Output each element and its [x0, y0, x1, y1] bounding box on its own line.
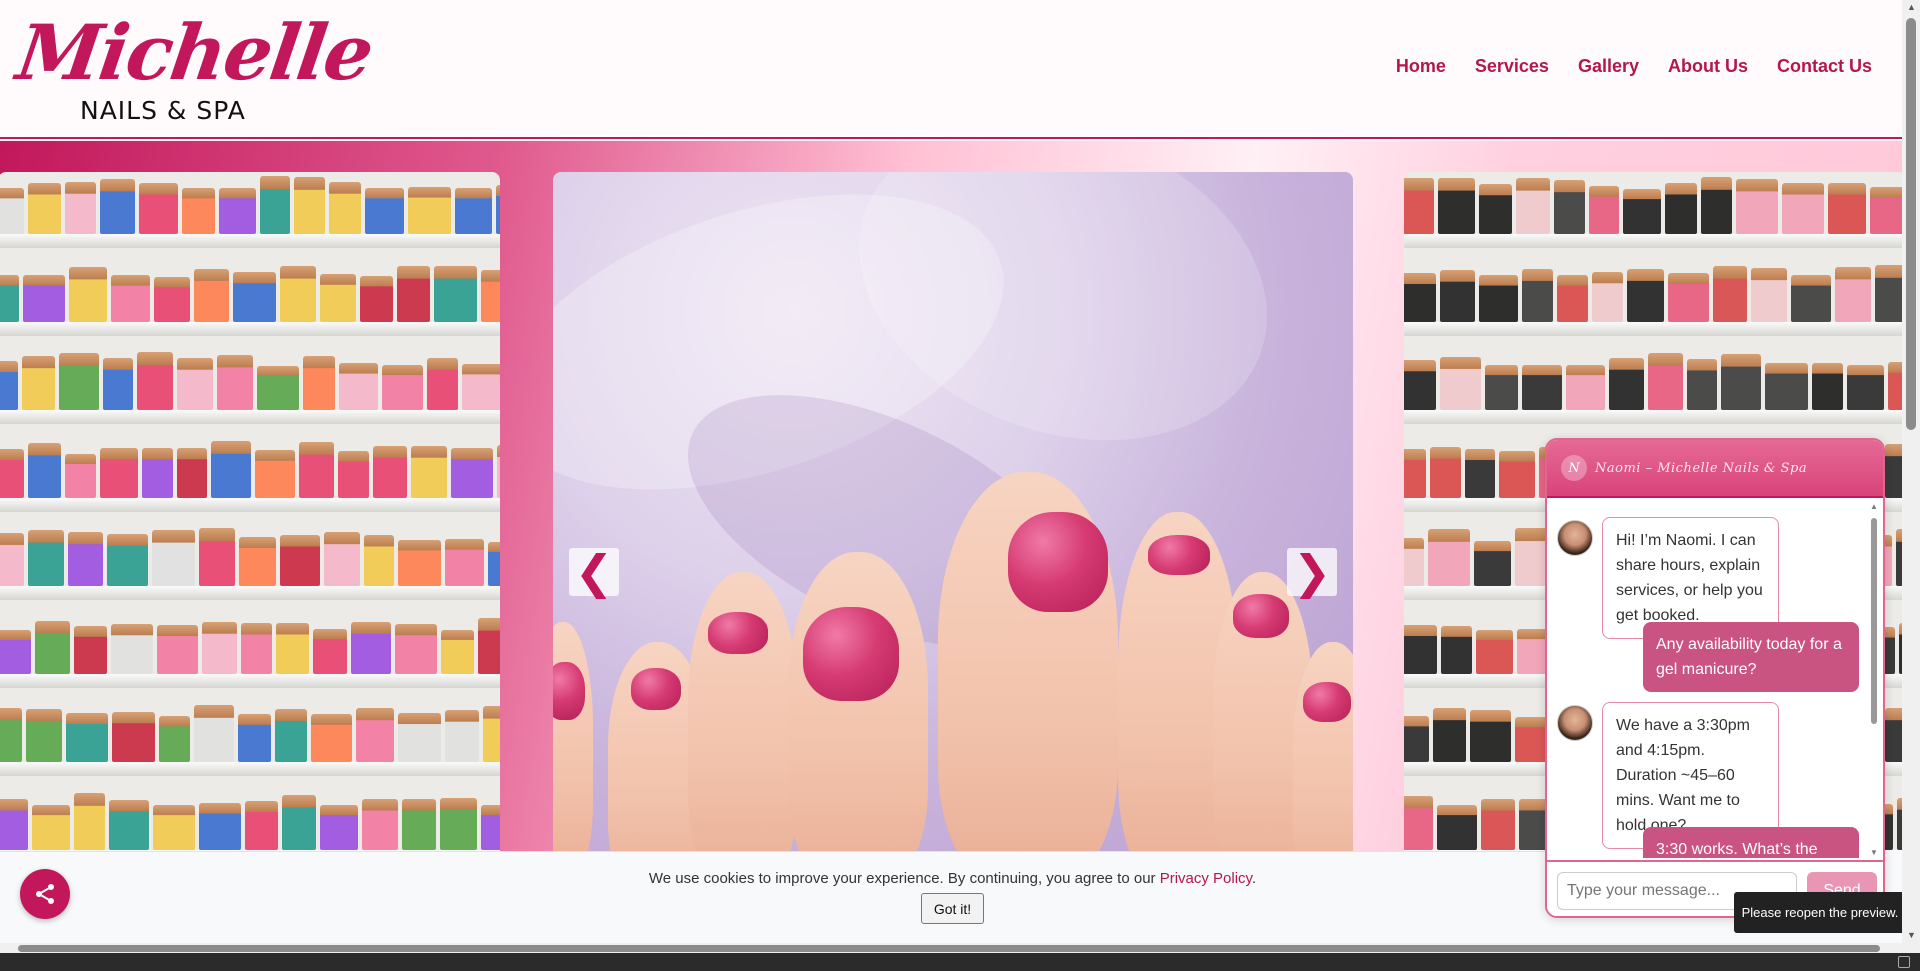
- site-header: Michelle NAILS & SPA Home Services Galle…: [0, 0, 1902, 139]
- logo-subtitle: NAILS & SPA: [80, 96, 246, 125]
- logo[interactable]: Michelle NAILS & SPA: [12, 8, 377, 128]
- nav-contact-us[interactable]: Contact Us: [1777, 56, 1872, 77]
- bot-message: Hi! I’m Naomi. I can share hours, explai…: [1602, 517, 1779, 639]
- powder-shelf-image: [0, 172, 500, 851]
- carousel-next-button[interactable]: ❯: [1287, 545, 1337, 599]
- chat-title: Naomi – Michelle Nails & Spa: [1595, 460, 1808, 476]
- nav-about-us[interactable]: About Us: [1668, 56, 1748, 77]
- cookie-accept-button[interactable]: Got it!: [921, 893, 984, 924]
- page-vertical-scrollbar[interactable]: ▲ ▼: [1902, 0, 1920, 943]
- carousel-prev-button[interactable]: ❮: [569, 545, 619, 599]
- assistant-avatar: [1557, 705, 1593, 741]
- privacy-policy-link[interactable]: Privacy Policy: [1160, 870, 1252, 887]
- chat-scrollbar[interactable]: ▲ ▼: [1869, 502, 1879, 860]
- cookie-text: We use cookies to improve your experienc…: [648, 870, 1160, 887]
- share-icon: [36, 884, 54, 904]
- carousel-slide-active: [553, 172, 1353, 851]
- chat-header: N Naomi – Michelle Nails & Spa: [1547, 440, 1883, 498]
- main-nav: Home Services Gallery About Us Contact U…: [1396, 56, 1872, 77]
- user-message: 3:30 works. What’s the: [1643, 827, 1859, 858]
- share-button[interactable]: [20, 869, 70, 919]
- chevron-right-icon: ❯: [1292, 545, 1332, 599]
- preview-tooltip: Please reopen the preview.: [1734, 892, 1906, 933]
- nav-home[interactable]: Home: [1396, 56, 1446, 77]
- status-bar: [0, 953, 1920, 971]
- user-message: Any availability today for a gel manicur…: [1643, 622, 1859, 692]
- nav-gallery[interactable]: Gallery: [1578, 56, 1639, 77]
- window-icon: [1898, 956, 1910, 968]
- logo-script: Michelle: [11, 8, 378, 97]
- chevron-left-icon: ❮: [574, 545, 614, 599]
- chat-widget: N Naomi – Michelle Nails & Spa Hi! I’m N…: [1545, 438, 1885, 918]
- carousel-slide-left: [0, 172, 500, 851]
- pedicure-image: [553, 172, 1353, 851]
- nav-services[interactable]: Services: [1475, 56, 1549, 77]
- cookie-banner: We use cookies to improve your experienc…: [0, 851, 1545, 943]
- assistant-avatar: [1557, 520, 1593, 556]
- page-horizontal-scrollbar[interactable]: [0, 943, 1920, 953]
- cookie-text-end: .: [1251, 870, 1257, 887]
- chat-logo-icon: N: [1561, 455, 1587, 481]
- chat-messages[interactable]: Hi! I’m Naomi. I can share hours, explai…: [1547, 500, 1869, 858]
